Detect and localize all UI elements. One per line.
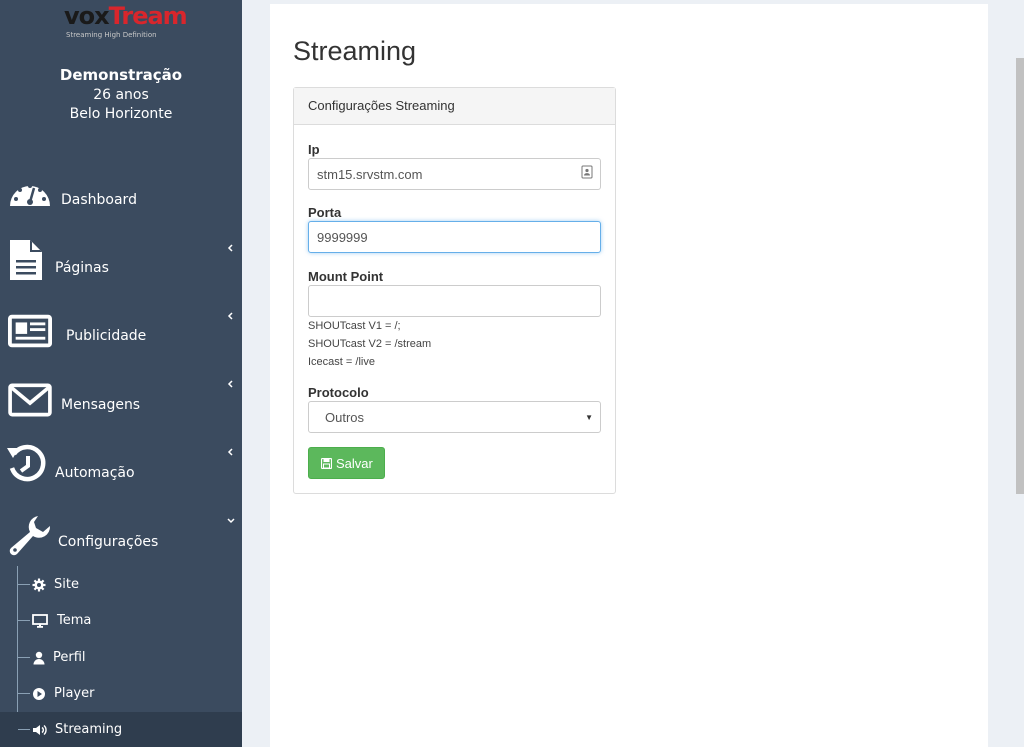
- ip-label: Ip: [308, 142, 320, 157]
- gear-icon: [32, 578, 46, 592]
- page-scrollbar[interactable]: [1016, 58, 1024, 494]
- page-title: Streaming: [293, 36, 417, 66]
- floppy-disk-icon: [321, 458, 332, 469]
- nav-item-label: Publicidade: [66, 328, 147, 344]
- play-circle-icon: [33, 688, 45, 700]
- subnav-item-label: Site: [54, 577, 79, 592]
- nav-item-paginas[interactable]: Páginas: [0, 238, 242, 298]
- nav-item-label: Dashboard: [61, 192, 137, 208]
- subnav-item-label: Player: [54, 686, 95, 701]
- submenu-tick: [18, 620, 30, 621]
- logo-tagline: Streaming High Definition: [66, 31, 157, 39]
- save-button[interactable]: Salvar: [308, 447, 385, 479]
- mount-point-label: Mount Point: [308, 269, 384, 284]
- wrench-icon: [9, 516, 51, 556]
- chevron-down-icon: [227, 518, 235, 524]
- chevron-left-icon: [227, 312, 233, 320]
- main-content: Streaming Configurações Streaming Ip Por…: [270, 4, 988, 747]
- envelope-icon: [8, 383, 52, 417]
- protocolo-label: Protocolo: [308, 385, 369, 400]
- streaming-settings-panel: Configurações Streaming Ip Porta Mount P…: [293, 87, 616, 494]
- subnav-item-streaming[interactable]: Streaming: [0, 712, 242, 747]
- caret-down-icon: ▼: [585, 413, 593, 422]
- subnav-item-tema[interactable]: Tema: [0, 603, 242, 639]
- subnav-item-perfil[interactable]: Perfil: [0, 640, 242, 676]
- logo-text-part1: vox: [64, 2, 110, 30]
- logo: voxTream Streaming High Definition: [64, 2, 188, 40]
- submenu-tick: [18, 693, 30, 694]
- nav-item-publicidade[interactable]: Publicidade: [0, 306, 242, 366]
- porta-field[interactable]: [308, 221, 601, 253]
- subnav-item-site[interactable]: Site: [0, 567, 242, 603]
- logo-text-part2: Tream: [108, 2, 188, 30]
- submenu-tick: [18, 657, 30, 658]
- submenu-tick: [18, 729, 30, 730]
- chevron-left-icon: [227, 448, 233, 456]
- protocolo-selected: Outros: [325, 410, 365, 425]
- mount-help-v2: SHOUTcast V2 = /stream: [308, 338, 432, 350]
- dashboard-gauge-icon: [10, 184, 50, 206]
- nav-item-label: Automação: [55, 465, 135, 481]
- nav-item-label: Configurações: [58, 534, 159, 550]
- submenu-tick: [18, 584, 30, 585]
- subnav-item-label: Perfil: [53, 650, 86, 665]
- history-icon: [7, 444, 46, 482]
- nav-item-configuracoes[interactable]: Configurações: [0, 512, 242, 572]
- chevron-left-icon: [227, 380, 233, 388]
- nav-item-label: Mensagens: [61, 397, 141, 413]
- chevron-left-icon: [227, 244, 233, 252]
- file-document-icon: [10, 240, 42, 280]
- mount-help-v1: SHOUTcast V1 = /;: [308, 320, 401, 332]
- profile-city: Belo Horizonte: [69, 106, 173, 122]
- save-button-label: Salvar: [336, 456, 373, 471]
- newspaper-icon: [8, 314, 52, 348]
- subnav-item-label: Tema: [57, 613, 92, 628]
- contact-card-icon[interactable]: [581, 165, 593, 179]
- ip-field[interactable]: [308, 158, 601, 190]
- sidebar: voxTream Streaming High Definition Demon…: [0, 0, 242, 747]
- user-icon: [33, 651, 45, 665]
- nav-item-mensagens[interactable]: Mensagens: [0, 375, 242, 435]
- profile-name: Demonstração: [59, 66, 183, 84]
- profile-age: 26 anos: [93, 87, 149, 103]
- subnav-item-label: Streaming: [55, 722, 123, 737]
- mount-point-field[interactable]: [308, 285, 601, 317]
- volume-icon: [33, 724, 47, 736]
- nav-item-dashboard[interactable]: Dashboard: [0, 172, 242, 232]
- nav-item-automacao[interactable]: Automação: [0, 442, 242, 502]
- subnav-item-player[interactable]: Player: [0, 676, 242, 712]
- nav-item-label: Páginas: [55, 260, 109, 276]
- mount-help-icecast: Icecast = /live: [308, 356, 375, 368]
- monitor-icon: [32, 614, 48, 628]
- protocolo-select[interactable]: Outros ▼: [308, 401, 601, 433]
- panel-heading: Configurações Streaming: [294, 88, 615, 125]
- porta-label: Porta: [308, 205, 342, 220]
